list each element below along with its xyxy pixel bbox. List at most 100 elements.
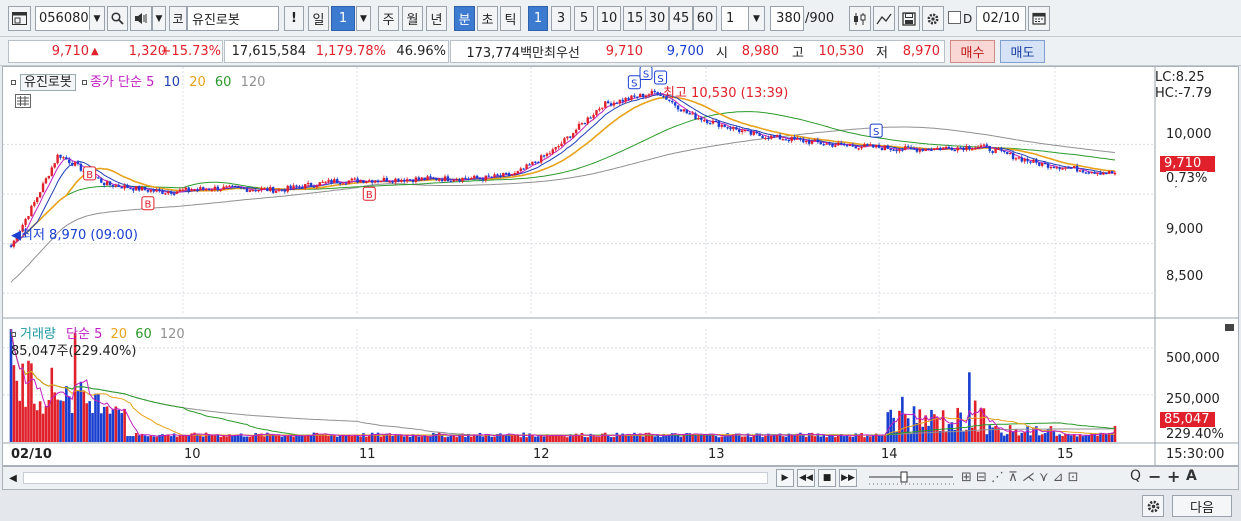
candle-body-321 (944, 146, 948, 149)
price-legend: 유진로봇 종가 단순 5 10 20 60 120 (11, 71, 266, 91)
legend-ma20[interactable]: 20 (189, 75, 206, 90)
legend-stock-name[interactable]: 유진로봇 (20, 74, 76, 91)
date-checkbox-label: D (963, 11, 973, 26)
calendar-icon[interactable] (1028, 6, 1050, 31)
speed-slider[interactable] (867, 470, 957, 488)
sell-signal-marker-4: S (639, 67, 653, 80)
candle-body-132 (394, 178, 397, 183)
period-month-button[interactable]: 월 (402, 6, 423, 31)
candle-body-81 (245, 188, 249, 192)
period-week-button[interactable]: 주 (378, 6, 399, 31)
candle-body-147 (438, 179, 441, 181)
stock-name-field[interactable]: 유진로봇 (187, 6, 279, 31)
data-table-icon[interactable] (15, 94, 31, 108)
count-input[interactable]: 380 (770, 6, 804, 31)
period-year-button[interactable]: 년 (426, 6, 447, 31)
search-icon[interactable] (107, 6, 128, 31)
legend-ma5[interactable]: 5 (146, 75, 154, 90)
legend-ma-type[interactable]: 단순 (118, 75, 142, 90)
legend-close[interactable]: 종가 (90, 75, 114, 90)
volume-bar-293 (863, 437, 866, 442)
period-second-button[interactable]: 초 (477, 6, 498, 31)
candle-body-72 (219, 189, 222, 191)
alert-button[interactable]: ! (284, 6, 304, 31)
volume-bar-182 (539, 434, 543, 442)
gear-icon[interactable] (922, 6, 944, 31)
period-tick-button[interactable]: 틱 (500, 6, 521, 31)
date-input[interactable]: 02/10 (976, 6, 1026, 31)
interval-button-10[interactable]: 10 (597, 6, 621, 31)
candle-body-97 (292, 185, 295, 189)
volume-bar-118 (353, 434, 357, 442)
panel-maximize-icon[interactable] (1225, 324, 1234, 331)
volume-bar-3 (18, 400, 22, 442)
scroll-track[interactable] (23, 472, 768, 484)
stock-code-input[interactable]: 056080 (35, 6, 90, 31)
zoom-icon[interactable]: Q (1130, 468, 1141, 484)
candle-body-350 (1029, 161, 1032, 163)
save-icon[interactable] (898, 6, 920, 31)
volume-bar-120 (359, 436, 362, 442)
candle-body-364 (1070, 167, 1073, 169)
legend-ma60[interactable]: 60 (215, 75, 232, 90)
rewind-icon[interactable]: ◀◀ (797, 469, 815, 487)
zoom-out-icon[interactable]: − (1148, 467, 1161, 486)
volume-bar-254 (749, 437, 753, 442)
time-label-12: 12 (533, 447, 550, 462)
code-dropdown-icon[interactable]: ▼ (89, 6, 105, 31)
period-minute-button[interactable]: 분 (454, 6, 475, 31)
candle-body-312 (918, 149, 922, 152)
candle-body-89 (269, 187, 272, 192)
scroll-left-arrow-icon[interactable]: ◀ (6, 470, 20, 486)
interval-dropdown-icon[interactable]: ▼ (748, 6, 765, 31)
play-forward-icon[interactable]: ▶ (776, 469, 794, 487)
zoom-in-icon[interactable]: + (1167, 467, 1180, 486)
candle-body-108 (324, 181, 327, 183)
low-label: 저 (876, 46, 888, 61)
next-button[interactable]: 다음 (1172, 495, 1232, 517)
interval-input[interactable]: 1 (721, 6, 749, 31)
fast-forward-icon[interactable]: ▶▶ (839, 469, 857, 487)
interval-button-60[interactable]: 60 (693, 6, 717, 31)
volume-bar-183 (542, 436, 546, 442)
volume-bar-369 (1084, 435, 1088, 442)
line-tool-icon[interactable] (873, 6, 895, 31)
candle-body-46 (143, 187, 147, 190)
interval-button-45[interactable]: 45 (669, 6, 693, 31)
window-icon[interactable] (8, 6, 31, 31)
volume-bar-44 (137, 435, 141, 442)
settings-gear-icon[interactable] (1142, 495, 1164, 517)
interval-button-30[interactable]: 30 (645, 6, 669, 31)
legend-ma120[interactable]: 120 (241, 75, 266, 90)
legend-vol-ma60[interactable]: 60 (135, 327, 152, 342)
chart-panel[interactable]: BBBSSSS 유진로봇 종가 단순 5 10 20 60 120 최고 10,… (2, 66, 1239, 466)
legend-vol-ma120[interactable]: 120 (160, 327, 185, 342)
sell-button[interactable]: 매도 (1000, 40, 1045, 63)
candle-body-368 (1081, 170, 1085, 173)
period-day-button[interactable]: 일 (308, 6, 329, 31)
volume-bar-34 (108, 413, 112, 442)
font-size-icon[interactable]: A (1186, 468, 1197, 484)
interval-button-1[interactable]: 1 (528, 6, 548, 31)
stock-chart[interactable]: BBBSS SS (3, 67, 1238, 465)
period-day-count[interactable]: 1 (331, 6, 355, 31)
ma10-line (10, 94, 1115, 247)
stop-icon[interactable]: ■ (818, 469, 836, 487)
date-checkbox[interactable] (948, 11, 961, 24)
candle-body-171 (507, 173, 511, 176)
candle-body-32 (103, 182, 106, 186)
interval-button-3[interactable]: 3 (551, 6, 571, 31)
interval-button-15[interactable]: 15 (623, 6, 647, 31)
drawing-tools-icons[interactable]: ⊞ ⊟ ⋰ ⊼ ⋌ ⋎ ⊿ ⊡ (961, 470, 1079, 485)
interval-button-5[interactable]: 5 (574, 6, 594, 31)
day-count-dropdown-icon[interactable]: ▼ (356, 6, 371, 31)
volume-moving-averages (10, 328, 1116, 437)
speaker-dropdown-icon[interactable]: ▼ (152, 6, 166, 31)
speaker-icon[interactable] (130, 6, 152, 31)
candle-type-icon[interactable] (849, 6, 871, 31)
volume-bar-206 (609, 437, 613, 442)
buy-button[interactable]: 매수 (950, 40, 995, 63)
legend-ma10[interactable]: 10 (164, 75, 181, 90)
candle-body-372 (1093, 172, 1096, 174)
candle-body-198 (586, 117, 589, 124)
